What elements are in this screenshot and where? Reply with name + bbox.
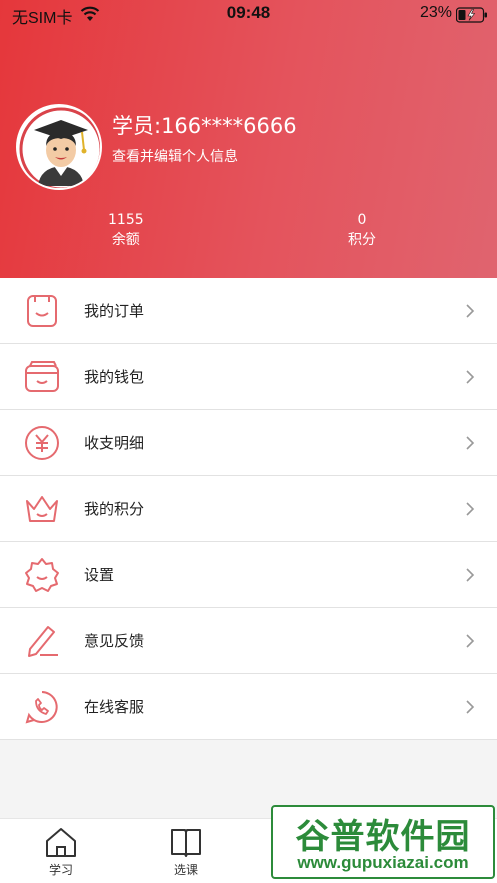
battery-percent: 23% [420,4,453,21]
edit-profile-link[interactable]: 查看并编辑个人信息 [112,146,238,166]
menu-item-orders[interactable]: 我的订单 [0,278,497,344]
tab-label: 选课 [173,863,198,877]
chevron-right-icon [466,568,475,582]
menu-item-feedback[interactable]: 意见反馈 [0,608,497,674]
menu-item-points[interactable]: 我的积分 [0,476,497,542]
tab-label: 学习 [48,863,73,877]
home-icon [46,828,76,857]
menu-label: 意见反馈 [84,632,145,650]
balance-value: 1155 [108,212,144,228]
book-icon [171,829,201,857]
graduate-avatar-icon [19,107,100,188]
menu-label: 我的积分 [84,500,145,518]
chevron-right-icon [466,436,475,450]
menu-label: 我的订单 [84,302,145,320]
menu-label: 设置 [84,566,115,584]
balance-stat[interactable]: 1155 余额 [108,210,144,250]
points-stat[interactable]: 0 积分 [348,210,376,250]
yen-icon [25,426,59,460]
menu-label: 在线客服 [84,698,145,716]
chevron-right-icon [466,700,475,714]
chevron-right-icon [466,370,475,384]
pencil-icon [28,626,58,657]
watermark-title: 谷普软件园 [295,817,471,857]
tab-course[interactable]: 选课 [156,825,216,878]
wallet-icon [25,361,59,392]
chevron-right-icon [466,502,475,516]
menu-item-customer-service[interactable]: 在线客服 [0,674,497,740]
profile-header: 无SIM卡 09:48 23% 学员:166****6666 查看并编辑个人信息… [0,0,497,278]
balance-label: 余额 [111,232,140,248]
menu-item-wallet[interactable]: 我的钱包 [0,344,497,410]
user-name[interactable]: 学员:166****6666 [112,110,297,140]
phone-icon [25,691,58,724]
watermark-url: www.gupuxiazai.com [297,853,469,872]
tab-study[interactable]: 学习 [31,825,91,878]
avatar[interactable] [16,104,102,190]
chevron-right-icon [466,634,475,648]
crown-icon [26,496,58,522]
menu-list: 我的订单 我的钱包 收支明细 我的积分 设置 意见反馈 在线客服 [0,278,497,740]
points-value: 0 [357,212,367,228]
menu-item-settings[interactable]: 设置 [0,542,497,608]
status-bar: 无SIM卡 09:48 23% [0,0,497,30]
menu-label: 收支明细 [84,434,145,452]
points-label: 积分 [348,232,376,248]
order-icon [27,295,57,327]
chevron-right-icon [466,304,475,318]
gear-icon [25,558,59,592]
watermark-logo: 谷普软件园 www.gupuxiazai.com [271,805,495,879]
battery-icon [456,7,487,23]
menu-item-transactions[interactable]: 收支明细 [0,410,497,476]
menu-label: 我的钱包 [84,368,145,386]
